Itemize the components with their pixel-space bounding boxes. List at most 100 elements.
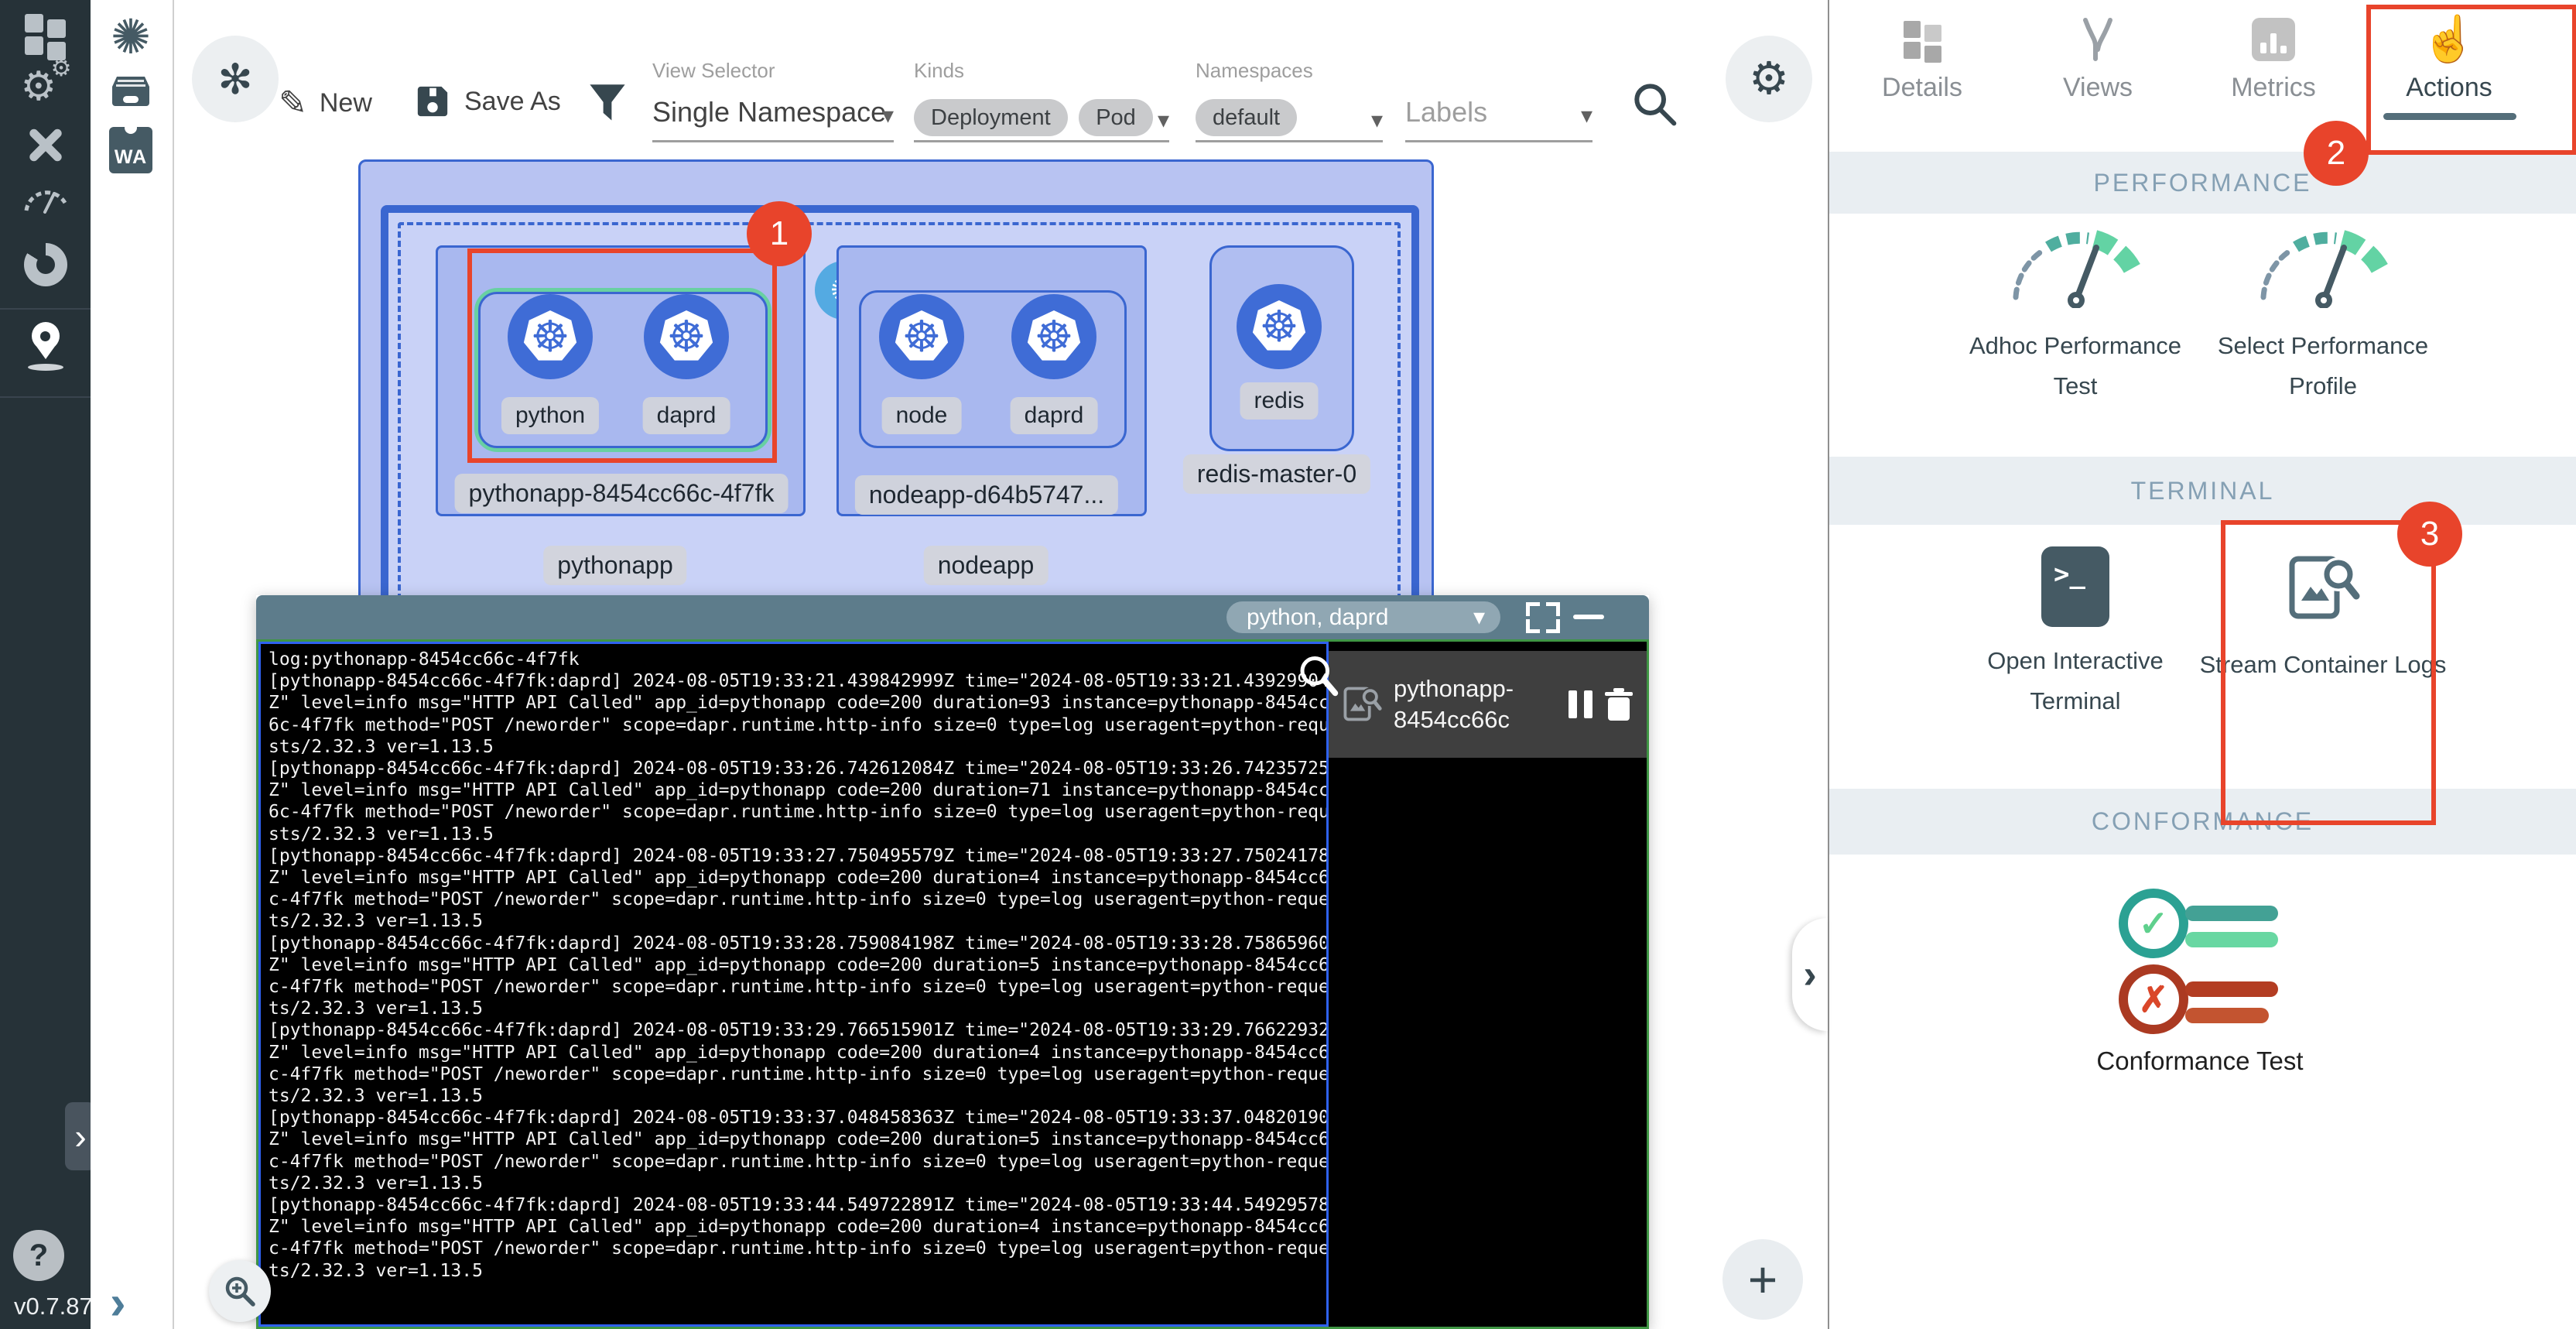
conformance-fail-icon: ✗ [2119,964,2188,1034]
caret-down-icon: ▾ [1473,604,1485,631]
section-header-conformance: CONFORMANCE [1829,789,2576,855]
terminal-body: log:pythonapp-8454cc66c-4f7fk [pythonapp… [256,639,1649,1329]
chevron-right-icon: › [110,1276,126,1329]
container-label: daprd [1011,397,1098,434]
tab-label: Metrics [2196,73,2351,103]
log-stream-list-item[interactable]: pythonapp-8454cc66c [1329,651,1647,758]
views-icon [2076,16,2119,63]
fail-line-icon [2185,981,2278,997]
terminal-prompt-icon: >_ [2041,546,2109,627]
sidebar-item-configuration[interactable] [0,122,91,167]
kinds-label: Kinds [914,59,964,83]
plus-icon: + [1748,1250,1778,1309]
annotation-step-3: 3 [2397,502,2462,567]
sidebar-item-lifecycle[interactable]: ⚙⚙ [0,62,91,111]
pod-name-label: redis-master-0 [1183,454,1370,494]
tab-details[interactable]: Details [1845,12,2000,103]
strip-item-wasm[interactable]: WA [91,127,171,173]
container-selector-dropdown[interactable]: python, daprd ▾ [1226,601,1500,633]
container-label: node [882,397,962,434]
pod-name-label: pythonapp-8454cc66c-4f7fk [455,474,789,513]
pass-line-icon [2185,932,2278,947]
filter-funnel-icon [587,82,628,125]
pause-stream-button[interactable] [1569,690,1592,718]
performance-gauge-icon [2249,223,2396,308]
annotation-box-3 [2221,520,2436,825]
save-icon [415,84,450,119]
tab-label: Details [1845,73,2000,103]
panel-collapse-button[interactable]: › [1792,918,1828,1031]
caret-down-icon: ▾ [882,102,894,129]
fail-line-icon [2185,1008,2269,1023]
labels-filter-input[interactable]: Labels ▾ [1405,96,1592,128]
action-open-interactive-terminal[interactable]: >_ Open Interactive Terminal [1952,546,2199,721]
log-output-pane[interactable]: log:pythonapp-8454cc66c-4f7fk [pythonapp… [258,642,1329,1327]
namespaces-dropdown[interactable]: default ▾ [1196,99,1383,136]
search-button[interactable] [1630,79,1679,132]
fullscreen-button[interactable] [1526,602,1560,633]
view-selector-underline [652,140,894,142]
sidebar-divider [0,396,91,398]
tab-views[interactable]: Views [2020,12,2175,103]
tab-metrics[interactable]: Metrics [2196,12,2351,103]
metrics-bars-icon [2252,18,2295,61]
terminal-titlebar[interactable]: python, daprd ▾ [256,595,1649,639]
minimize-button[interactable] [1573,615,1604,619]
action-select-performance-profile[interactable]: Select Performance Profile [2199,223,2447,406]
new-button-label: New [320,88,372,118]
gear-icon: ⚙ [1749,57,1789,101]
pass-line-icon [2185,906,2278,921]
canvas-menu-button[interactable]: ✻ [192,36,279,122]
action-adhoc-performance-test[interactable]: Adhoc Performance Test [1952,223,2199,406]
pod-name-label: nodeapp-d64b5747... [855,475,1118,515]
deployment-nodeapp-box[interactable]: ☸ ☸ node daprd nodeapp-d64b5747... [836,245,1147,516]
sidebar-item-performance[interactable] [0,180,91,214]
log-search-icon[interactable] [1295,653,1341,703]
labels-underline [1405,140,1592,142]
sidebar-item-service-mesh[interactable] [0,243,91,286]
container-node[interactable]: ☸ [879,294,964,379]
action-label: Adhoc Performance Test [1952,326,2199,406]
action-conformance-test[interactable]: Conformance Test [2045,1046,2355,1076]
conformance-pass-icon: ✓ [2119,889,2188,958]
filter-button[interactable] [587,82,628,129]
view-selector-dropdown[interactable]: Single Namespace ▾ [652,96,894,128]
meshery-flower-icon: ✻ [217,55,252,104]
app-window: ⚙⚙ › ? v0.7.87 ✺ [0,0,2576,1329]
caret-down-icon: ▾ [1581,102,1592,129]
new-button[interactable]: ✎ New [279,84,372,123]
kind-chip-pod[interactable]: Pod [1079,99,1153,136]
pinwheel-logo-icon: ✺ [111,14,151,62]
help-button[interactable]: ? [13,1230,64,1281]
strip-item-meshery[interactable]: ✺ [91,14,171,62]
sidebar-item-kanvas[interactable] [0,322,91,382]
zoom-in-button[interactable] [209,1260,271,1322]
details-grid-icon [1904,21,1941,59]
sidebar-item-dashboard[interactable] [0,14,91,55]
strip-item-archive[interactable] [91,73,171,110]
settings-button[interactable]: ⚙ [1726,36,1812,122]
log-streams-panel: pythonapp-8454cc66c [1329,642,1647,1327]
stream-logs-icon [1341,683,1383,725]
pod-redis-box[interactable]: ☸ redis [1209,245,1354,451]
save-as-button[interactable]: Save As [415,84,561,119]
container-daprd[interactable]: ☸ [1011,294,1096,379]
location-pin-icon [21,322,70,382]
mesh-donut-icon [24,243,67,286]
add-button[interactable]: + [1722,1239,1803,1320]
gears-icon: ⚙⚙ [21,62,70,111]
container-selector-value: python, daprd [1247,605,1388,631]
tab-label: Views [2020,73,2175,103]
container-label: redis [1240,382,1318,420]
kind-chip-deployment[interactable]: Deployment [914,99,1068,136]
namespaces-label: Namespaces [1196,59,1313,83]
version-label: v0.7.87 [14,1293,93,1320]
namespace-chip-default[interactable]: default [1196,99,1297,136]
view-selector-value: Single Namespace [652,96,886,128]
kinds-dropdown[interactable]: Deployment Pod ▾ [914,99,1169,136]
delete-stream-button[interactable] [1603,687,1634,722]
chevron-right-icon: › [1803,951,1816,998]
caret-down-icon: ▾ [1158,107,1169,134]
container-redis[interactable]: ☸ [1237,284,1322,369]
strip-expand-chevron[interactable]: › [110,1276,126,1329]
